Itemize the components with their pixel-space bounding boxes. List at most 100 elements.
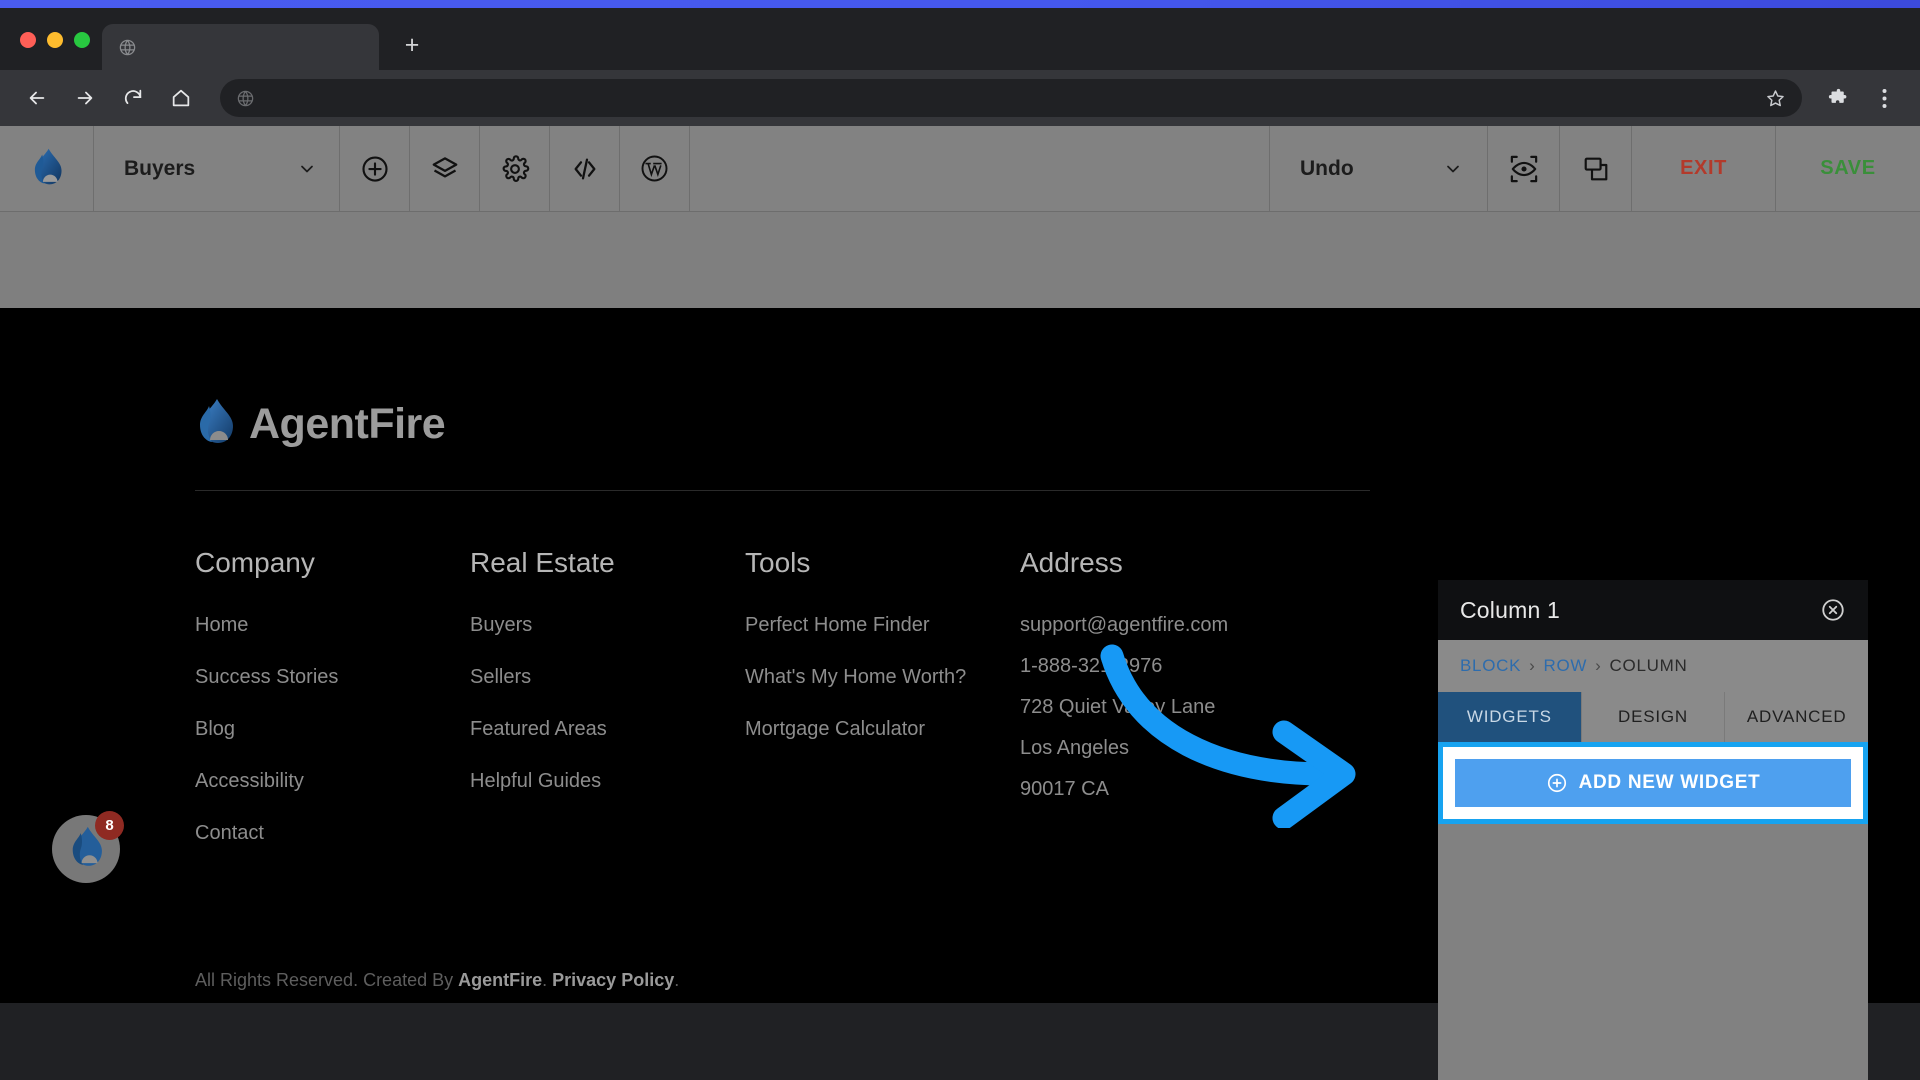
editor-toolbar: Buyers Undo EXIT SAVE xyxy=(0,126,1920,212)
footer-column-address: Address support@agentfire.com 1-888-321-… xyxy=(1020,547,1350,874)
footer-link[interactable]: Accessibility xyxy=(195,770,470,793)
footer-column-company: Company Home Success Stories Blog Access… xyxy=(195,547,470,874)
arrow-right-icon xyxy=(77,91,93,105)
editor-tool-icons xyxy=(340,126,690,211)
site-preview-canvas: AgentFire Company Home Success Stories B… xyxy=(0,308,1920,1080)
back-button[interactable] xyxy=(16,77,58,119)
breadcrumb-item-row[interactable]: ROW xyxy=(1544,656,1588,676)
footer-link[interactable]: Contact xyxy=(195,822,470,845)
chevron-down-icon xyxy=(1447,165,1459,172)
code-icon xyxy=(574,158,595,179)
responsive-view-button[interactable] xyxy=(1560,126,1632,211)
page-selector-dropdown[interactable]: Buyers xyxy=(94,126,340,211)
puzzle-icon xyxy=(1828,88,1846,103)
reload-icon xyxy=(124,89,142,105)
footer-address-line: Los Angeles xyxy=(1020,737,1129,759)
agentfire-logo-button[interactable] xyxy=(0,126,94,211)
footer-privacy-policy-link[interactable]: Privacy Policy xyxy=(552,970,674,990)
footer-column-real-estate: Real Estate Buyers Sellers Featured Area… xyxy=(470,547,745,874)
layers-icon xyxy=(432,156,457,177)
wordpress-icon xyxy=(641,155,668,182)
arrow-left-icon xyxy=(29,91,45,105)
footer-address-line: 90017 CA xyxy=(1020,778,1109,800)
undo-dropdown[interactable]: Undo xyxy=(1270,126,1488,211)
new-tab-button[interactable]: + xyxy=(395,28,429,62)
footer-columns: Company Home Success Stories Blog Access… xyxy=(195,547,1375,874)
plus-circle-icon xyxy=(361,155,388,182)
reload-button[interactable] xyxy=(112,77,154,119)
tab-widgets[interactable]: WIDGETS xyxy=(1438,692,1582,742)
browser-tab[interactable] xyxy=(102,24,379,70)
globe-icon xyxy=(119,39,136,55)
three-dot-menu-icon xyxy=(1882,88,1886,108)
chat-widget-button[interactable]: 8 xyxy=(52,811,124,883)
footer-link[interactable]: Success Stories xyxy=(195,666,470,689)
breadcrumb-item-block[interactable]: BLOCK xyxy=(1460,656,1521,676)
custom-code-button[interactable] xyxy=(550,126,620,211)
chat-unread-badge: 8 xyxy=(95,811,124,840)
wordpress-button[interactable] xyxy=(620,126,690,211)
close-window-button[interactable] xyxy=(20,32,36,48)
footer-divider xyxy=(195,490,1370,491)
footer-address-line[interactable]: support@agentfire.com xyxy=(1020,614,1350,637)
add-element-button[interactable] xyxy=(340,126,410,211)
browser-omnibox-row xyxy=(0,70,1920,126)
plus-circle-icon xyxy=(1547,773,1566,793)
footer-legal-suffix: . xyxy=(674,969,680,990)
layers-button[interactable] xyxy=(410,126,480,211)
extensions-button[interactable] xyxy=(1818,78,1858,118)
footer-address-line: 728 Quiet Valley Lane xyxy=(1020,696,1216,718)
exit-button[interactable]: EXIT xyxy=(1632,126,1776,211)
footer-link[interactable]: Blog xyxy=(195,718,470,741)
settings-button[interactable] xyxy=(480,126,550,211)
footer-legal-mid: . xyxy=(542,969,553,990)
minimize-window-button[interactable] xyxy=(47,32,63,48)
browser-window: + Buyers Undo EXIT SAVE AgentFire Compan… xyxy=(0,8,1920,1080)
save-button[interactable]: SAVE xyxy=(1776,126,1920,211)
toolbar-spacer xyxy=(690,126,1270,211)
footer-link[interactable]: Sellers xyxy=(470,666,745,689)
preview-button[interactable] xyxy=(1488,126,1560,211)
site-footer: AgentFire Company Home Success Stories B… xyxy=(195,398,1375,874)
forward-button[interactable] xyxy=(64,77,106,119)
add-widget-highlight: ADD NEW WIDGET xyxy=(1438,742,1868,824)
breadcrumb: BLOCK › ROW › COLUMN xyxy=(1438,640,1868,692)
footer-link[interactable]: Home xyxy=(195,614,470,637)
preview-eye-icon xyxy=(1510,155,1537,182)
address-bar[interactable] xyxy=(220,79,1802,117)
browser-menu-button[interactable] xyxy=(1864,78,1904,118)
footer-address-line[interactable]: 1-888-321-2976 xyxy=(1020,655,1350,678)
panel-widget-list xyxy=(1438,824,1868,1080)
home-icon xyxy=(172,89,190,107)
footer-legal-brand-link[interactable]: AgentFire xyxy=(458,970,542,990)
agentfire-flame-icon xyxy=(34,148,62,184)
tab-advanced[interactable]: ADVANCED xyxy=(1725,692,1869,742)
footer-link[interactable]: Perfect Home Finder xyxy=(745,614,1020,637)
column-settings-panel: Column 1 BLOCK › ROW › COLUMN WIDGETS DE… xyxy=(1438,580,1869,1080)
footer-column-tools: Tools Perfect Home Finder What's My Home… xyxy=(745,547,1020,874)
panel-tabs: WIDGETS DESIGN ADVANCED xyxy=(1438,692,1869,742)
panel-header: Column 1 xyxy=(1438,580,1868,640)
home-button[interactable] xyxy=(160,77,202,119)
window-traffic-lights xyxy=(0,32,90,70)
browser-tabstrip: + xyxy=(0,8,1920,70)
add-new-widget-label: ADD NEW WIDGET xyxy=(1578,772,1761,793)
breadcrumb-separator: › xyxy=(1529,656,1536,675)
footer-link[interactable]: Helpful Guides xyxy=(470,770,745,793)
footer-link[interactable]: Mortgage Calculator xyxy=(745,718,1020,741)
maximize-window-button[interactable] xyxy=(74,32,90,48)
undo-label: Undo xyxy=(1300,156,1354,180)
close-circle-icon[interactable] xyxy=(1820,597,1846,623)
footer-brand-name: AgentFire xyxy=(249,399,446,448)
star-icon[interactable] xyxy=(1765,88,1786,109)
add-new-widget-button[interactable]: ADD NEW WIDGET xyxy=(1455,759,1851,807)
chevron-down-icon xyxy=(301,165,313,172)
footer-link[interactable]: Buyers xyxy=(470,614,745,637)
footer-legal-text: All Rights Reserved. Created By AgentFir… xyxy=(195,970,679,991)
footer-column-title: Tools xyxy=(745,547,811,578)
footer-legal-prefix: All Rights Reserved. Created By xyxy=(195,969,459,990)
footer-link[interactable]: Featured Areas xyxy=(470,718,745,741)
footer-link[interactable]: What's My Home Worth? xyxy=(745,666,1020,689)
tab-design[interactable]: DESIGN xyxy=(1581,692,1726,742)
editor-canvas-top-band xyxy=(0,212,1920,308)
